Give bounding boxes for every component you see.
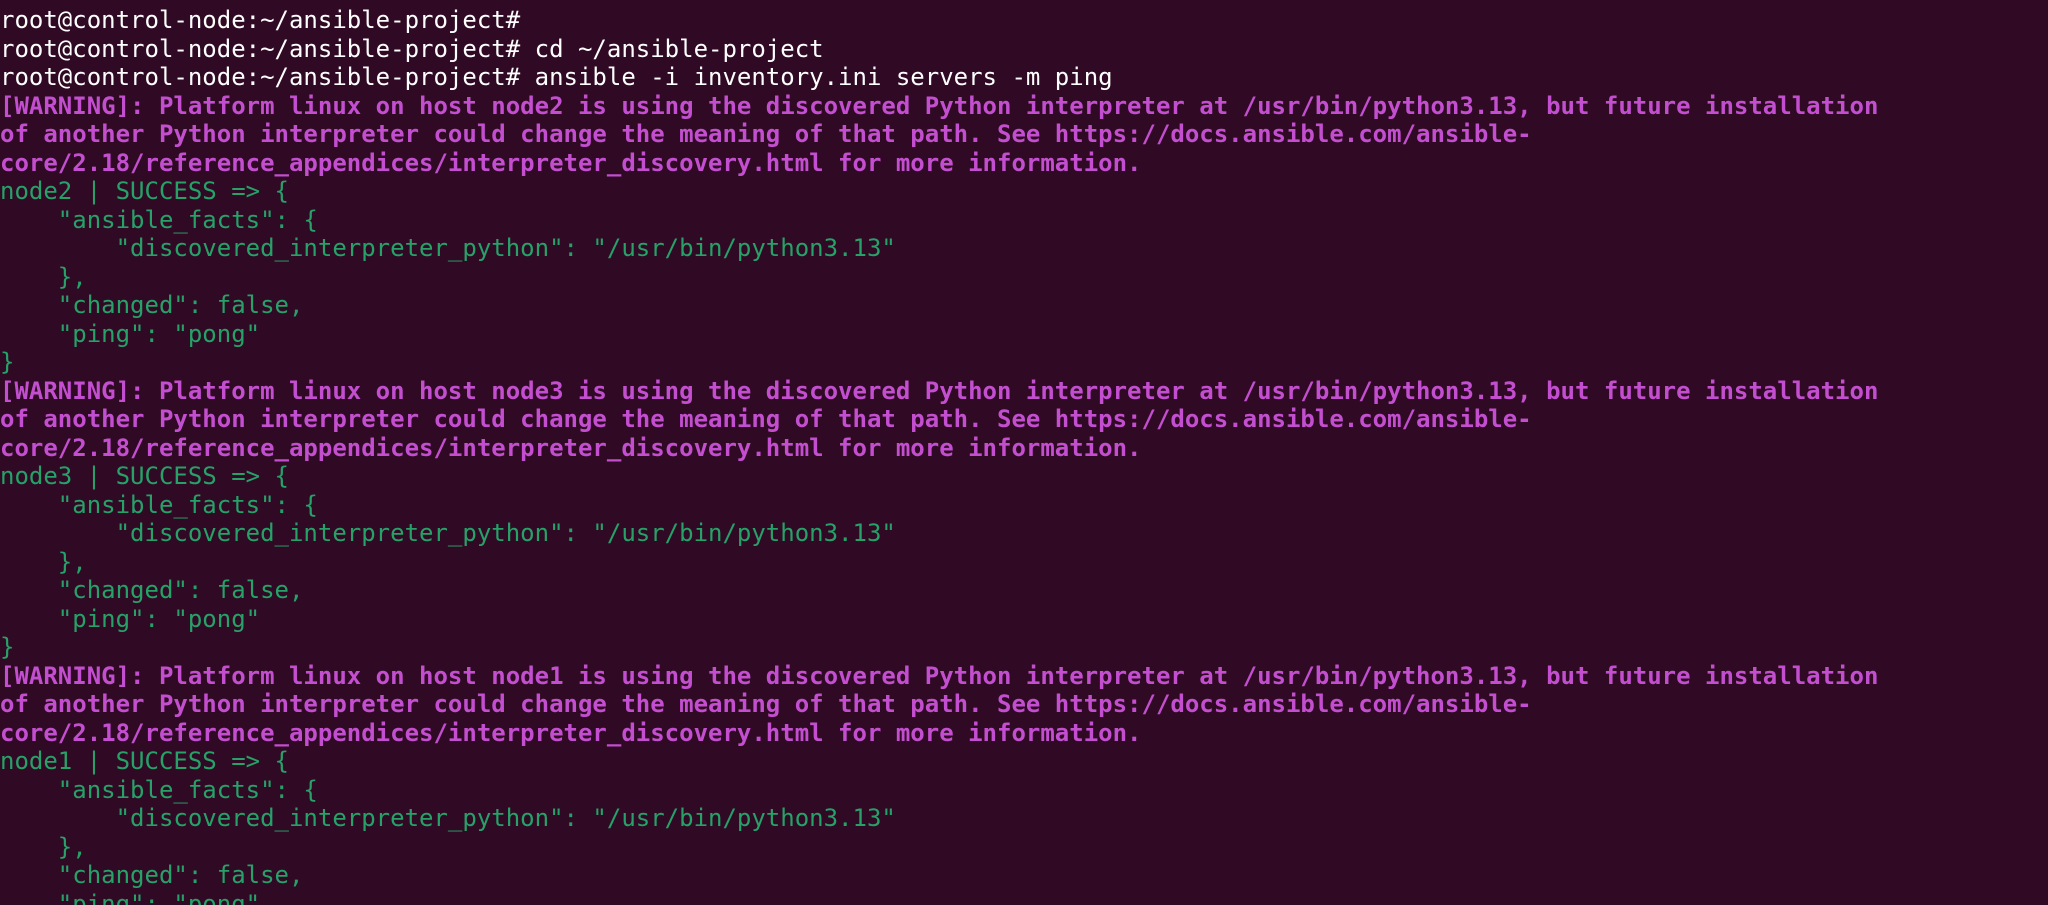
terminal-line: } (0, 633, 15, 661)
terminal-line: [WARNING]: Platform linux on host node1 … (0, 661, 1879, 690)
terminal-line: core/2.18/reference_appendices/interpret… (0, 433, 1142, 462)
terminal-line: "ping": "pong" (0, 319, 261, 348)
terminal-line: node3 | SUCCESS => { (0, 462, 289, 490)
terminal-line: }, (0, 832, 87, 861)
terminal-line: [WARNING]: Platform linux on host node2 … (0, 91, 1879, 120)
terminal-line: "ping": "pong" (0, 889, 261, 905)
terminal-window[interactable]: root@control-node:~/ansible-project# roo… (0, 0, 2048, 905)
terminal-line: node1 | SUCCESS => { (0, 747, 289, 775)
terminal-line: of another Python interpreter could chan… (0, 405, 1532, 433)
terminal-line: "discovered_interpreter_python": "/usr/b… (0, 234, 896, 262)
terminal-line: node2 | SUCCESS => { (0, 177, 289, 205)
terminal-line: "ansible_facts": { (0, 490, 318, 519)
terminal-line: "ping": "pong" (0, 604, 261, 633)
terminal-line: "changed": false, (0, 576, 304, 604)
terminal-line: }, (0, 262, 87, 291)
terminal-line: "discovered_interpreter_python": "/usr/b… (0, 804, 896, 832)
terminal-line: of another Python interpreter could chan… (0, 120, 1532, 148)
terminal-line: }, (0, 547, 87, 576)
terminal-line: root@control-node:~/ansible-project# ans… (0, 63, 1113, 91)
terminal-line: "changed": false, (0, 861, 304, 889)
terminal-line: "discovered_interpreter_python": "/usr/b… (0, 519, 896, 547)
terminal-line: "changed": false, (0, 291, 304, 319)
terminal-line: "ansible_facts": { (0, 205, 318, 234)
terminal-line: root@control-node:~/ansible-project# cd … (0, 34, 824, 63)
terminal-line: root@control-node:~/ansible-project# (0, 6, 521, 34)
terminal-line: of another Python interpreter could chan… (0, 690, 1532, 718)
terminal-line: core/2.18/reference_appendices/interpret… (0, 148, 1142, 177)
terminal-line: } (0, 348, 15, 376)
terminal-line: core/2.18/reference_appendices/interpret… (0, 718, 1142, 747)
terminal-line: "ansible_facts": { (0, 775, 318, 804)
terminal-line: [WARNING]: Platform linux on host node3 … (0, 376, 1879, 405)
